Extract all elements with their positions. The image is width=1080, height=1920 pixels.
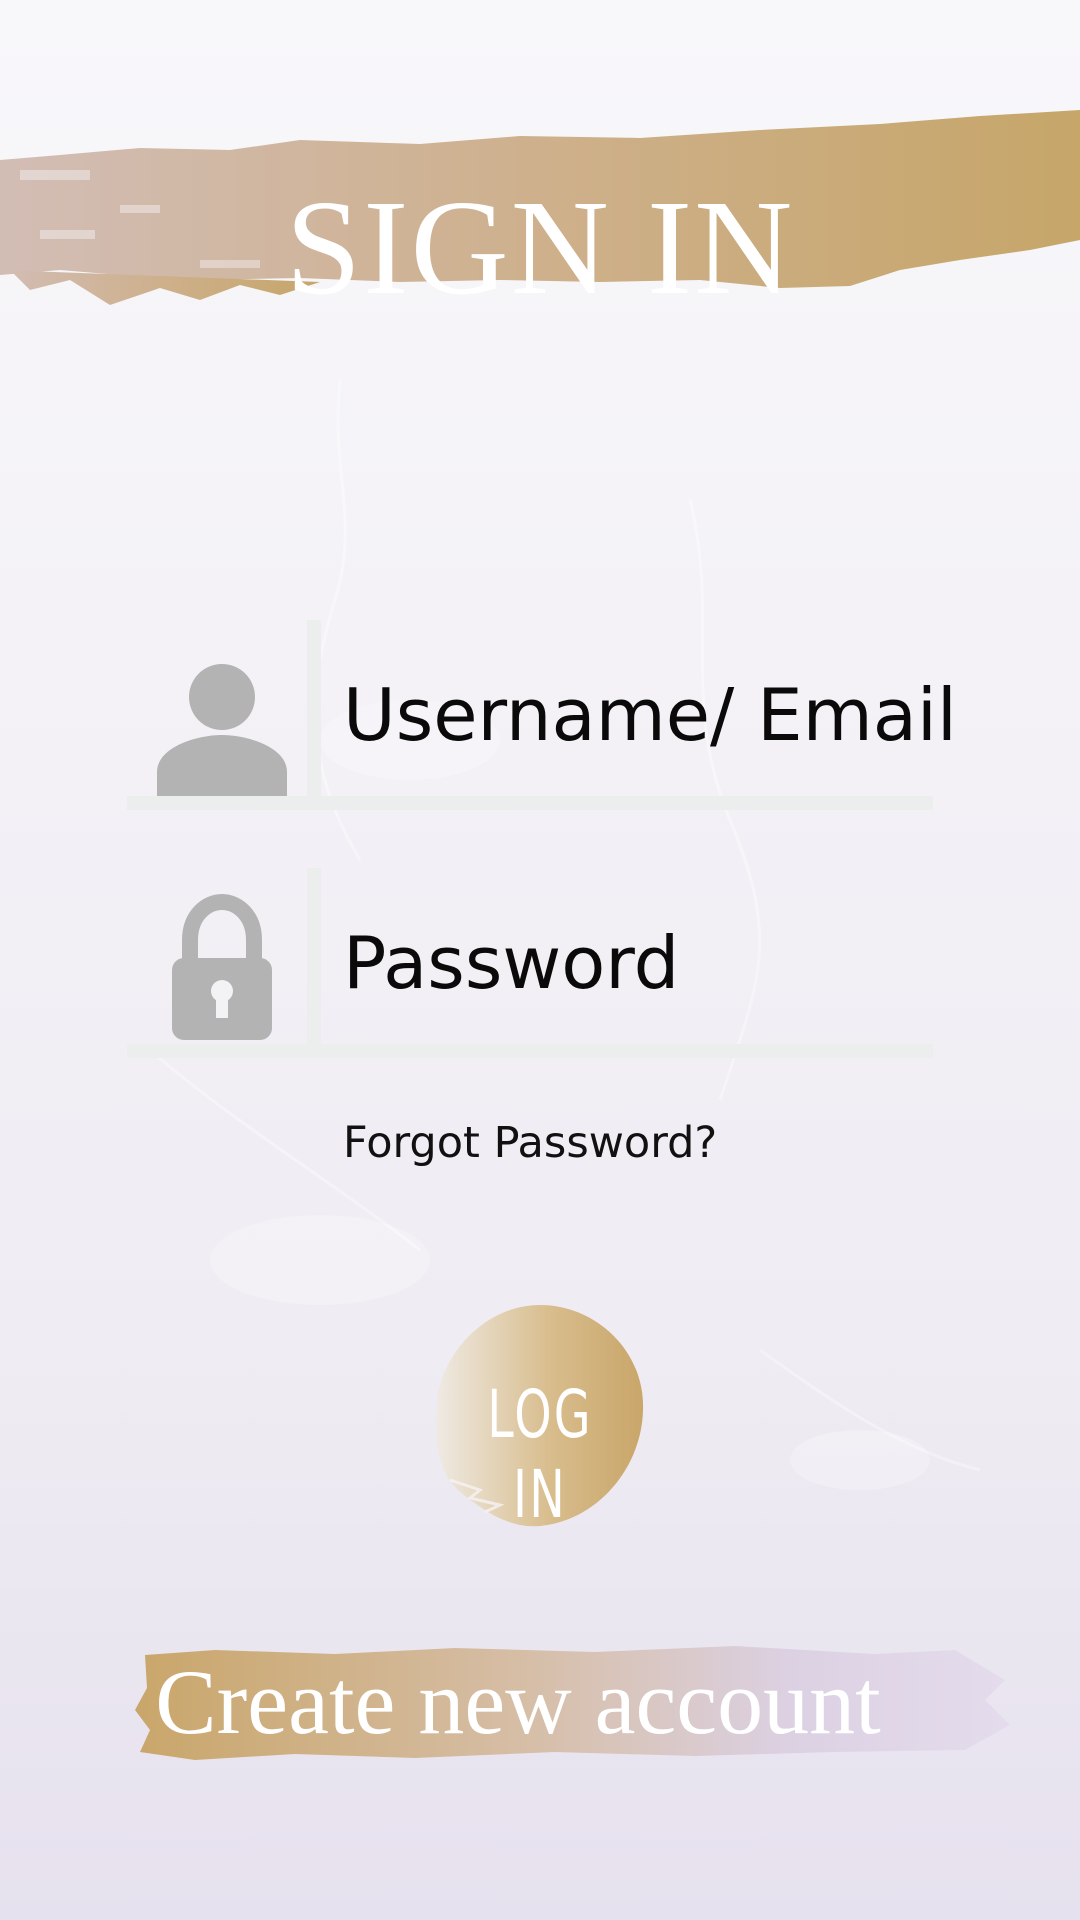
password-placeholder[interactable]: Password (343, 918, 679, 1008)
field-divider (307, 868, 321, 1048)
create-account-button[interactable]: Create new account (135, 1640, 1015, 1770)
field-divider (307, 620, 321, 800)
username-field[interactable]: Username/ Email (127, 620, 957, 810)
create-account-label[interactable]: Create new account (135, 1652, 901, 1752)
forgot-password-link[interactable]: Forgot Password? (343, 1115, 717, 1171)
login-button-label[interactable]: LOG IN (461, 1375, 619, 1535)
page-title: SIGN IN (285, 173, 795, 323)
login-button[interactable]: LOG IN (430, 1300, 650, 1533)
field-underline (127, 1044, 933, 1058)
sign-in-screen: SIGN IN Username/ Email Password Forgot … (0, 0, 1080, 1920)
password-field[interactable]: Password (127, 868, 933, 1058)
lock-icon (172, 893, 272, 1040)
field-underline (127, 796, 933, 810)
username-placeholder[interactable]: Username/ Email (343, 670, 957, 760)
user-icon (157, 664, 287, 797)
